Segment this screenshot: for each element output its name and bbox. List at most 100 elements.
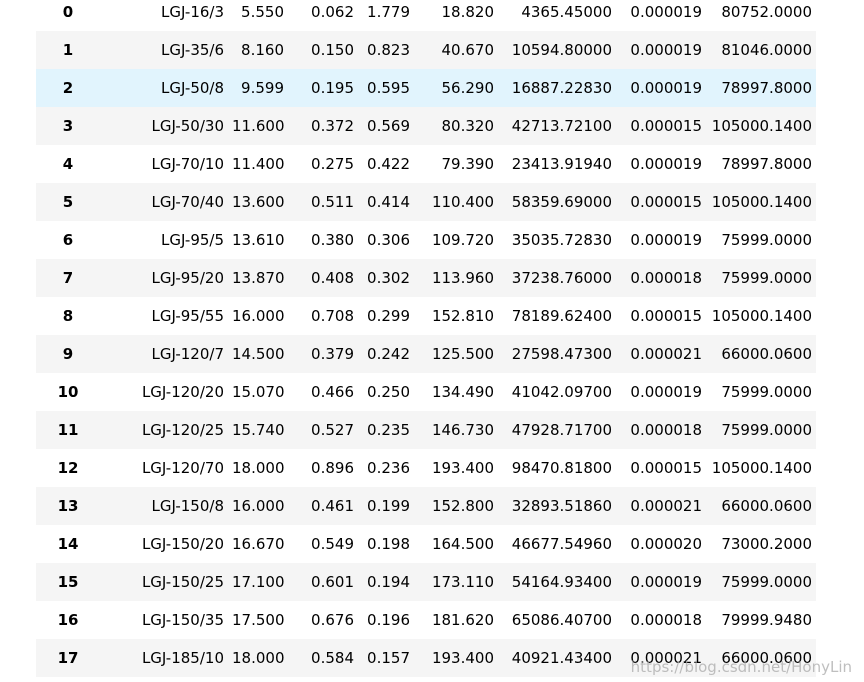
col-4-cell: 0.414 [367, 193, 410, 211]
col-6-cell: 23413.91940 [511, 155, 612, 173]
table-row: 4 LGJ-70/10 11.400 0.275 0.422 79.390 23413.91… [36, 145, 816, 183]
col-7-cell: 0.000021 [630, 345, 702, 363]
col-6-cell: 58359.69000 [511, 193, 612, 211]
col-8-cell: 66000.0600 [721, 649, 812, 667]
col-5-cell: 110.400 [431, 193, 494, 211]
col-2-cell: 11.400 [232, 155, 285, 173]
col-6-cell: 40921.43400 [511, 649, 612, 667]
col-7-cell: 0.000015 [630, 117, 702, 135]
col-7-cell: 0.000015 [630, 193, 702, 211]
col-4-cell: 0.569 [367, 117, 410, 135]
col-5-cell: 80.320 [441, 117, 495, 135]
conductor-type-cell: LGJ-150/8 [151, 497, 224, 515]
col-3-cell: 0.150 [311, 41, 354, 59]
col-8-cell: 75999.0000 [721, 573, 812, 591]
col-4-cell: 0.306 [367, 231, 410, 249]
col-6-cell: 16887.22830 [511, 79, 612, 97]
col-8-cell: 105000.1400 [711, 307, 812, 325]
col-8-cell: 66000.0600 [721, 345, 812, 363]
table-row: 11 LGJ-120/25 15.740 0.527 0.235 146.730 47928… [36, 411, 816, 449]
row-index-cell: 15 [57, 573, 79, 591]
col-7-cell: 0.000019 [630, 231, 702, 249]
col-2-cell: 5.550 [241, 3, 284, 21]
col-3-cell: 0.584 [311, 649, 354, 667]
row-index-cell: 1 [62, 41, 74, 59]
col-2-cell: 16.000 [232, 307, 285, 325]
col-4-cell: 0.242 [367, 345, 410, 363]
col-3-cell: 0.896 [311, 459, 354, 477]
col-5-cell: 79.390 [441, 155, 495, 173]
col-8-cell: 81046.0000 [721, 41, 812, 59]
col-5-cell: 181.620 [431, 611, 494, 629]
col-7-cell: 0.000018 [630, 611, 702, 629]
col-7-cell: 0.000021 [630, 649, 702, 667]
col-5-cell: 173.110 [431, 573, 494, 591]
conductor-type-cell: LGJ-95/5 [161, 231, 224, 249]
col-5-cell: 18.820 [441, 3, 495, 21]
row-index-cell: 6 [62, 231, 74, 249]
row-index-cell: 9 [62, 345, 74, 363]
table-row: 2 LGJ-50/8 9.599 0.195 0.595 56.290 16887.2283… [36, 69, 816, 107]
col-2-cell: 13.870 [232, 269, 285, 287]
col-7-cell: 0.000019 [630, 573, 702, 591]
col-3-cell: 0.372 [311, 117, 354, 135]
col-5-cell: 113.960 [431, 269, 494, 287]
row-index-cell: 0 [62, 3, 74, 21]
table-row: 16 LGJ-150/35 17.500 0.676 0.196 181.620 65086… [36, 601, 816, 639]
col-2-cell: 17.500 [232, 611, 285, 629]
table-row: 14 LGJ-150/20 16.670 0.549 0.198 164.500 46677… [36, 525, 816, 563]
col-7-cell: 0.000019 [630, 155, 702, 173]
col-5-cell: 164.500 [431, 535, 494, 553]
col-3-cell: 0.461 [311, 497, 354, 515]
col-3-cell: 0.708 [311, 307, 354, 325]
col-6-cell: 46677.54960 [511, 535, 612, 553]
col-3-cell: 0.511 [311, 193, 354, 211]
table-row: 1 LGJ-35/6 8.160 0.150 0.823 40.670 10594.8000… [36, 31, 816, 69]
col-7-cell: 0.000020 [630, 535, 702, 553]
table-row: 13 LGJ-150/8 16.000 0.461 0.199 152.800 32893.… [36, 487, 816, 525]
col-5-cell: 193.400 [431, 459, 494, 477]
col-6-cell: 32893.51860 [511, 497, 612, 515]
row-index-cell: 16 [57, 611, 79, 629]
col-4-cell: 0.236 [367, 459, 410, 477]
col-3-cell: 0.062 [311, 3, 354, 21]
col-4-cell: 0.299 [367, 307, 410, 325]
col-8-cell: 75999.0000 [721, 269, 812, 287]
col-4-cell: 0.199 [367, 497, 410, 515]
table-row: 7 LGJ-95/20 13.870 0.408 0.302 113.960 37238.7… [36, 259, 816, 297]
col-2-cell: 18.000 [232, 459, 285, 477]
col-5-cell: 193.400 [431, 649, 494, 667]
col-6-cell: 47928.71700 [511, 421, 612, 439]
col-8-cell: 79999.9480 [721, 611, 812, 629]
col-6-cell: 10594.80000 [511, 41, 612, 59]
conductor-type-cell: LGJ-185/10 [141, 649, 224, 667]
conductor-type-cell: LGJ-95/20 [151, 269, 224, 287]
col-8-cell: 105000.1400 [711, 459, 812, 477]
col-8-cell: 78997.8000 [721, 79, 812, 97]
table-row: 17 LGJ-185/10 18.000 0.584 0.157 193.400 40921… [36, 639, 816, 677]
conductor-type-cell: LGJ-120/70 [141, 459, 224, 477]
col-8-cell: 75999.0000 [721, 231, 812, 249]
col-3-cell: 0.676 [311, 611, 354, 629]
col-8-cell: 78997.8000 [721, 155, 812, 173]
col-2-cell: 9.599 [241, 79, 284, 97]
col-8-cell: 80752.0000 [721, 3, 812, 21]
row-index-cell: 8 [62, 307, 74, 325]
col-4-cell: 1.779 [367, 3, 410, 21]
col-8-cell: 75999.0000 [721, 383, 812, 401]
col-3-cell: 0.466 [311, 383, 354, 401]
col-4-cell: 0.823 [367, 41, 410, 59]
col-7-cell: 0.000015 [630, 459, 702, 477]
row-index-cell: 3 [62, 117, 74, 135]
col-4-cell: 0.196 [367, 611, 410, 629]
row-index-cell: 13 [57, 497, 79, 515]
conductor-type-cell: LGJ-150/25 [141, 573, 224, 591]
col-2-cell: 16.670 [232, 535, 285, 553]
row-index-cell: 10 [57, 383, 79, 401]
col-2-cell: 18.000 [232, 649, 285, 667]
conductor-type-cell: LGJ-50/30 [151, 117, 224, 135]
table-row: 3 LGJ-50/30 11.600 0.372 0.569 80.320 42713.72… [36, 107, 816, 145]
col-7-cell: 0.000019 [630, 41, 702, 59]
table-row: 5 LGJ-70/40 13.600 0.511 0.414 110.400 58359.6… [36, 183, 816, 221]
conductor-type-cell: LGJ-70/10 [151, 155, 224, 173]
